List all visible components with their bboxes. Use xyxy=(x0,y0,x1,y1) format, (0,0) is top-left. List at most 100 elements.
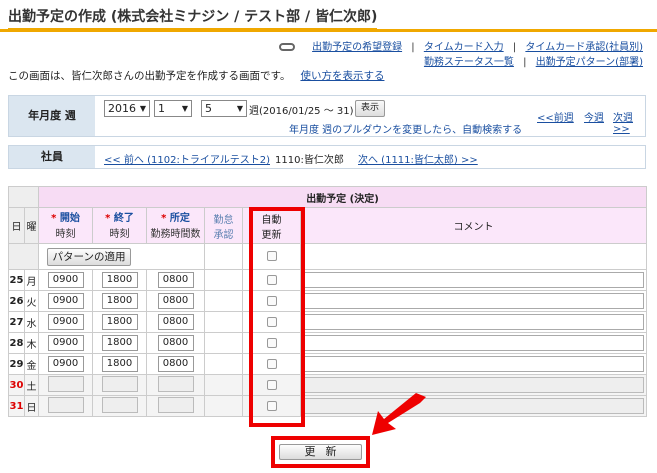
start-time-input[interactable]: 0900 xyxy=(47,335,84,351)
comment-input[interactable] xyxy=(303,377,644,393)
end-time-input[interactable]: 1800 xyxy=(101,314,138,330)
howto-link[interactable]: 使い方を表示する xyxy=(300,70,384,82)
prev-week-link[interactable]: <<前週 xyxy=(537,109,574,124)
sched-hours-input[interactable]: 0800 xyxy=(157,335,194,351)
month-select[interactable]: 1 ▼ xyxy=(154,100,192,117)
red-arrow-icon xyxy=(372,393,426,435)
day-cell: 25 xyxy=(8,269,25,291)
auto-update-checkbox[interactable] xyxy=(266,295,277,306)
col-dow: 曜 xyxy=(24,207,39,244)
auto-search-hint: 年月度 週のプルダウンを変更したら、自動検索する xyxy=(289,125,523,136)
sched-hours-input[interactable]: 0800 xyxy=(157,272,194,288)
auto-update-all-checkbox[interactable] xyxy=(266,251,277,261)
col-sched: * 所定 勤務時間数 xyxy=(146,207,205,244)
this-week-link[interactable]: 今週 xyxy=(584,109,604,124)
day-cell: 27 xyxy=(8,311,25,333)
comment-input[interactable] xyxy=(303,272,644,288)
start-time-input[interactable] xyxy=(47,396,84,413)
current-employee: 1110:皆仁次郎 xyxy=(275,155,344,166)
end-time-input[interactable]: 1800 xyxy=(101,356,138,372)
auto-update-checkbox[interactable] xyxy=(266,400,277,411)
table-row: 28 木 0900 1800 0800 xyxy=(8,332,647,354)
auto-update-checkbox[interactable] xyxy=(266,379,277,390)
day-cell: 29 xyxy=(8,353,25,375)
next-employee-link[interactable]: 次へ (1111:皆仁太郎) >> xyxy=(358,151,478,166)
sched-hours-input[interactable] xyxy=(157,375,194,392)
dow-cell: 木 xyxy=(24,332,39,354)
year-select[interactable]: 2016 ▼ xyxy=(104,100,150,117)
start-time-input[interactable]: 0900 xyxy=(47,272,84,288)
week-range: 週(2016/01/25 〜 31) xyxy=(249,106,354,117)
page-header: 出勤予定の作成 (株式会社ミナジン / テスト部 / 皆仁次郎) xyxy=(0,0,657,32)
dow-cell: 土 xyxy=(24,374,39,396)
intro-text: この画面は、皆仁次郎さんの出勤予定を作成する画面です。 xyxy=(8,70,291,82)
end-time-input[interactable]: 1800 xyxy=(101,293,138,309)
end-time-input[interactable] xyxy=(101,396,138,413)
col-approve: 勤怠 承認 xyxy=(204,207,243,244)
link-status-list[interactable]: 勤務ステータス一覧 xyxy=(424,57,514,68)
start-time-input[interactable]: 0900 xyxy=(47,293,84,309)
next-week-link[interactable]: 次週>> xyxy=(613,109,645,135)
chevron-down-icon: ▼ xyxy=(139,104,146,113)
col-comment: コメント xyxy=(300,207,647,244)
link-timecard-input[interactable]: タイムカード入力 xyxy=(424,42,504,53)
week-select[interactable]: 5 ▼ xyxy=(201,100,247,117)
dow-cell: 日 xyxy=(24,395,39,417)
sched-hours-input[interactable]: 0800 xyxy=(157,293,194,309)
employee-box: 社員 << 前へ (1102:トライアルテスト2) 1110:皆仁次郎 次へ (… xyxy=(8,145,646,169)
auto-update-checkbox[interactable] xyxy=(266,316,277,327)
prev-employee-link[interactable]: << 前へ (1102:トライアルテスト2) xyxy=(104,151,270,166)
start-time-input[interactable]: 0900 xyxy=(47,314,84,330)
comment-input[interactable] xyxy=(303,335,644,351)
link-timecard-approve[interactable]: タイムカード承認(社員別) xyxy=(525,42,643,53)
col-start: * 開始 時刻 xyxy=(38,207,93,244)
start-time-input[interactable]: 0900 xyxy=(47,356,84,372)
update-button[interactable]: 更新 xyxy=(279,444,362,460)
col-day: 日 xyxy=(8,207,25,244)
show-button[interactable]: 表示 xyxy=(355,100,385,117)
period-label: 年月度 週 xyxy=(9,96,95,136)
dow-cell: 月 xyxy=(24,269,39,291)
end-time-input[interactable] xyxy=(101,375,138,392)
update-highlight: 更新 xyxy=(271,436,370,468)
table-row: 29 金 0900 1800 0800 xyxy=(8,353,647,375)
col-auto: 自動 更新 xyxy=(242,207,301,244)
day-cell: 31 xyxy=(8,395,25,417)
end-time-input[interactable]: 1800 xyxy=(101,335,138,351)
start-time-input[interactable] xyxy=(47,375,84,392)
page-title: 出勤予定の作成 (株式会社ミナジン / テスト部 / 皆仁次郎) xyxy=(8,6,378,31)
dow-cell: 火 xyxy=(24,290,39,312)
auto-update-checkbox[interactable] xyxy=(266,358,277,369)
auto-update-checkbox[interactable] xyxy=(266,337,277,348)
end-time-input[interactable]: 1800 xyxy=(101,272,138,288)
period-box: 年月度 週 2016 ▼ 1 ▼ 5 ▼ 週(2016/01/25 〜 31) 表示 … xyxy=(8,95,646,137)
chevron-down-icon: ▼ xyxy=(236,104,243,113)
table-row: 27 水 0900 1800 0800 xyxy=(8,311,647,333)
employee-label: 社員 xyxy=(9,146,95,168)
table-row: 25 月 0900 1800 0800 xyxy=(8,269,647,291)
sched-hours-input[interactable]: 0800 xyxy=(157,314,194,330)
group-header: 出勤予定 (決定) xyxy=(38,186,647,208)
table-row: 30 土 xyxy=(8,374,647,396)
link-pattern[interactable]: 出勤予定パターン(部署) xyxy=(536,57,643,68)
comment-input[interactable] xyxy=(303,293,644,309)
day-cell: 26 xyxy=(8,290,25,312)
col-end: * 終了 時刻 xyxy=(92,207,147,244)
link-request-wish[interactable]: 出勤予定の希望登録 xyxy=(312,42,402,53)
table-row: 31 日 xyxy=(8,395,647,417)
auto-update-checkbox[interactable] xyxy=(266,274,277,285)
table-row: 26 火 0900 1800 0800 xyxy=(8,290,647,312)
chevron-down-icon: ▼ xyxy=(181,104,188,113)
sched-hours-input[interactable]: 0800 xyxy=(157,356,194,372)
sched-hours-input[interactable] xyxy=(157,396,194,413)
intro: この画面は、皆仁次郎さんの出勤予定を作成する画面です。 使い方を表示する xyxy=(8,68,384,83)
day-cell: 30 xyxy=(8,374,25,396)
dow-cell: 水 xyxy=(24,311,39,333)
link-chain-icon xyxy=(278,43,295,51)
comment-input[interactable] xyxy=(303,314,644,330)
apply-pattern-button[interactable]: パターンの適用 xyxy=(47,247,131,266)
comment-input[interactable] xyxy=(303,356,644,372)
top-links: 出勤予定の希望登録 | タイムカード入力 | タイムカード承認(社員別) 勤務ス… xyxy=(0,38,657,68)
dow-cell: 金 xyxy=(24,353,39,375)
comment-input[interactable] xyxy=(303,398,644,414)
